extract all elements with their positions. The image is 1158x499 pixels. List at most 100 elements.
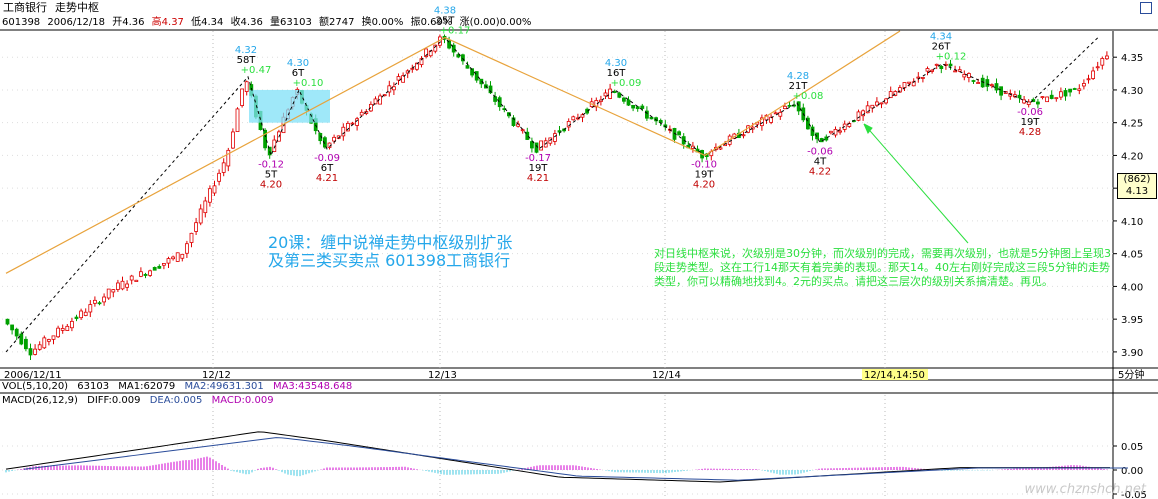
stroke-zigzag-line — [5, 36, 1099, 353]
chart-window: { "titlebar": {"stock": "工商银行", "view": … — [0, 0, 1158, 499]
candle-body — [341, 126, 346, 137]
macd-indicator-bar: MACD(26,12,9) DIFF:0.009 DEA:0.005 MACD:… — [2, 395, 280, 406]
candle-body — [658, 120, 663, 123]
macd-macd: MACD:0.009 — [211, 395, 274, 406]
candle-body — [921, 77, 925, 79]
candle-body — [143, 273, 148, 276]
candle-body — [207, 188, 212, 203]
candle-body — [10, 324, 15, 331]
candle-body — [74, 316, 79, 319]
current-price-value: 4.13 — [1125, 186, 1149, 197]
candle-body — [617, 92, 622, 98]
pivot-change-label: +0.12 — [936, 52, 967, 63]
price-tick-label: 3.90 — [1121, 348, 1143, 359]
candle-body — [953, 70, 957, 73]
candle-body — [33, 348, 37, 355]
macd-diff: DIFF:0.009 — [87, 395, 141, 406]
candle-body — [773, 112, 778, 115]
candle-body — [622, 97, 626, 102]
candle-body — [230, 131, 235, 149]
candle-body — [19, 333, 24, 345]
candle-body — [649, 116, 654, 120]
candle-body — [240, 88, 245, 106]
candle-body — [203, 200, 208, 214]
candle-body — [603, 92, 608, 97]
candle-body — [97, 302, 102, 305]
candle-body — [783, 105, 787, 110]
x-tick-label: 12/12 — [202, 370, 231, 381]
vol-label: VOL(5,10,20) — [2, 381, 69, 392]
candle-body — [148, 270, 153, 276]
candle-body — [879, 102, 884, 105]
price-tick-label: 4.20 — [1121, 151, 1143, 162]
candle-body — [1086, 78, 1091, 81]
candle-body — [833, 129, 838, 136]
candle-body — [718, 147, 723, 150]
candle-body — [93, 299, 97, 304]
candle-body — [612, 91, 617, 93]
candle-body — [530, 141, 534, 149]
candle-body — [189, 232, 194, 243]
price-tick-label: 3.95 — [1121, 315, 1143, 326]
vol-ma3: MA3:43548.648 — [272, 381, 353, 392]
annotation-arrow-line — [863, 123, 969, 244]
pivot-price-label: 4.22 — [809, 166, 831, 177]
candle-body — [65, 325, 70, 331]
candle-body — [235, 108, 240, 132]
candle-body — [350, 122, 355, 125]
candle-body — [1022, 99, 1026, 104]
candle-body — [194, 222, 199, 232]
candle-body — [553, 133, 557, 142]
volume-indicator-bar: VOL(5,10,20) 63103 MA1:62079 MA2:49631.3… — [2, 381, 358, 392]
watermark-text: www.chznshch.net — [1024, 482, 1146, 497]
candle-body — [1082, 83, 1086, 87]
candle-body — [778, 111, 783, 117]
candle-body — [631, 104, 635, 109]
annotation-title-2: 及第三类买卖点 601398工商银行 — [268, 251, 511, 270]
pivot-price-label: 4.28 — [1019, 127, 1041, 138]
price-tick-label: 4.25 — [1121, 119, 1143, 130]
candle-body — [787, 104, 792, 107]
candle-body — [539, 140, 543, 151]
candle-body — [23, 338, 28, 350]
candle-body — [175, 252, 180, 262]
candle-body — [838, 130, 842, 133]
candle-body — [1072, 88, 1077, 90]
candle-body — [14, 328, 19, 337]
candle-body — [856, 111, 861, 121]
macd-diff-line — [5, 431, 1110, 483]
vol-ma2: MA2:49631.301 — [184, 381, 264, 392]
candle-body — [102, 296, 106, 303]
candle-body — [677, 131, 681, 136]
candle-body — [1077, 88, 1082, 91]
candle-body — [1091, 70, 1095, 79]
macd-label: MACD(26,12,9) — [2, 395, 78, 406]
candle-body — [70, 320, 74, 329]
candle-body — [967, 73, 971, 78]
price-tick-label: 4.35 — [1121, 53, 1143, 64]
pivot-change-label: +0.09 — [611, 78, 642, 89]
candle-body — [88, 304, 93, 313]
candle-body — [171, 256, 176, 260]
candle-body — [1049, 94, 1054, 99]
candle-body — [1105, 55, 1109, 60]
x-tick-label: 12/13 — [428, 370, 457, 381]
candle-body — [120, 280, 125, 290]
x-tick-label: 5分钟 — [1118, 368, 1144, 381]
candle-body — [930, 69, 934, 72]
pivot-price-label: 4.20 — [260, 179, 282, 190]
candle-body — [829, 130, 833, 134]
macd-dea: DEA:0.005 — [149, 395, 203, 406]
candle-body — [520, 129, 525, 132]
candle-body — [635, 106, 640, 110]
candle-body — [999, 86, 1003, 96]
candle-body — [244, 81, 249, 92]
candle-body — [907, 81, 911, 84]
candle-body — [1036, 101, 1040, 105]
candle-body — [180, 253, 185, 259]
candle-body — [640, 105, 645, 109]
macd-dea-line — [23, 437, 1128, 481]
candle-body — [125, 283, 129, 288]
candle-body — [1054, 97, 1059, 100]
x-tick-label: 12/14,14:50 — [864, 370, 925, 381]
